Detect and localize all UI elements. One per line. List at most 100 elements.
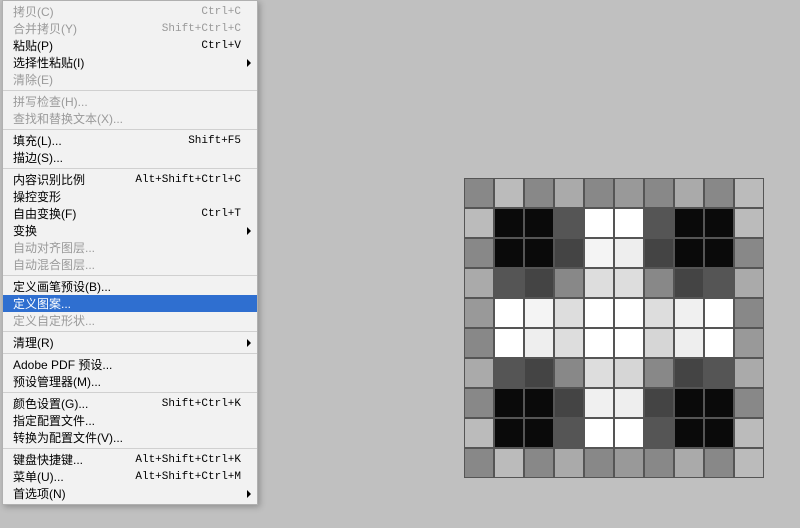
menu-item[interactable]: 转换为配置文件(V)...: [3, 429, 257, 446]
menu-item[interactable]: 键盘快捷键...Alt+Shift+Ctrl+K: [3, 451, 257, 468]
menu-item-label: 定义图案...: [13, 295, 241, 312]
menu-item: 拼写检查(H)...: [3, 93, 257, 110]
pixel: [584, 358, 614, 388]
menu-item-shortcut: Ctrl+T: [201, 208, 241, 220]
pixel: [464, 388, 494, 418]
menu-item[interactable]: 菜单(U)...Alt+Shift+Ctrl+M: [3, 468, 257, 485]
pixel: [494, 298, 524, 328]
pixel: [674, 268, 704, 298]
pixel: [734, 448, 764, 478]
pixel: [584, 208, 614, 238]
menu-item-label: 查找和替换文本(X)...: [13, 110, 241, 127]
submenu-arrow-icon: [247, 59, 251, 67]
menu-item: 合并拷贝(Y)Shift+Ctrl+C: [3, 20, 257, 37]
pixel: [614, 418, 644, 448]
pixel: [494, 448, 524, 478]
pixel: [464, 238, 494, 268]
menu-item[interactable]: 自由变换(F)Ctrl+T: [3, 205, 257, 222]
menu-item[interactable]: 颜色设置(G)...Shift+Ctrl+K: [3, 395, 257, 412]
pixel: [464, 328, 494, 358]
pixel: [494, 178, 524, 208]
pixel: [494, 358, 524, 388]
menu-item: 拷贝(C)Ctrl+C: [3, 3, 257, 20]
pixel: [554, 178, 584, 208]
menu-item-shortcut: Shift+Ctrl+K: [162, 398, 241, 410]
pixel: [734, 358, 764, 388]
menu-item[interactable]: 变换: [3, 222, 257, 239]
menu-item-shortcut: Alt+Shift+Ctrl+M: [135, 471, 241, 483]
pixel: [584, 178, 614, 208]
submenu-arrow-icon: [247, 227, 251, 235]
pixel: [674, 178, 704, 208]
pixel: [614, 448, 644, 478]
menu-item-label: 转换为配置文件(V)...: [13, 429, 241, 446]
pixel: [494, 388, 524, 418]
pixel: [734, 268, 764, 298]
menu-item-label: 颜色设置(G)...: [13, 395, 162, 412]
menu-item[interactable]: Adobe PDF 预设...: [3, 356, 257, 373]
menu-item[interactable]: 操控变形: [3, 188, 257, 205]
edit-context-menu[interactable]: 拷贝(C)Ctrl+C合并拷贝(Y)Shift+Ctrl+C粘贴(P)Ctrl+…: [2, 0, 258, 505]
menu-item: 定义自定形状...: [3, 312, 257, 329]
pixel: [554, 298, 584, 328]
submenu-arrow-icon: [247, 490, 251, 498]
pixel: [464, 358, 494, 388]
menu-item-label: Adobe PDF 预设...: [13, 356, 241, 373]
menu-item[interactable]: 指定配置文件...: [3, 412, 257, 429]
pixel: [524, 208, 554, 238]
pixel: [554, 238, 584, 268]
menu-item-shortcut: Ctrl+C: [201, 6, 241, 18]
pixel: [554, 388, 584, 418]
pixel: [674, 388, 704, 418]
menu-item-label: 填充(L)...: [13, 132, 188, 149]
menu-item[interactable]: 定义画笔预设(B)...: [3, 278, 257, 295]
pixel: [644, 298, 674, 328]
pixel: [614, 208, 644, 238]
menu-item[interactable]: 选择性粘贴(I): [3, 54, 257, 71]
pixel: [644, 418, 674, 448]
pixel: [494, 328, 524, 358]
pattern-preview: [464, 178, 764, 478]
menu-item-label: 定义画笔预设(B)...: [13, 278, 241, 295]
pixel: [614, 268, 644, 298]
pixel: [494, 268, 524, 298]
pixel: [674, 208, 704, 238]
menu-item[interactable]: 首选项(N): [3, 485, 257, 502]
pixel: [584, 448, 614, 478]
submenu-arrow-icon: [247, 339, 251, 347]
menu-item: 查找和替换文本(X)...: [3, 110, 257, 127]
pixel: [524, 328, 554, 358]
menu-item[interactable]: 粘贴(P)Ctrl+V: [3, 37, 257, 54]
menu-item-label: 操控变形: [13, 188, 241, 205]
pixel: [704, 328, 734, 358]
menu-item-shortcut: Alt+Shift+Ctrl+C: [135, 174, 241, 186]
pixel: [614, 178, 644, 208]
pixel: [494, 238, 524, 268]
menu-item-shortcut: Shift+Ctrl+C: [162, 23, 241, 35]
pixel: [524, 298, 554, 328]
pixel: [614, 328, 644, 358]
menu-item[interactable]: 定义图案...: [3, 295, 257, 312]
pixel: [674, 238, 704, 268]
menu-item[interactable]: 预设管理器(M)...: [3, 373, 257, 390]
menu-item: 自动对齐图层...: [3, 239, 257, 256]
menu-item[interactable]: 内容识别比例Alt+Shift+Ctrl+C: [3, 171, 257, 188]
menu-item-shortcut: Shift+F5: [188, 135, 241, 147]
pixel: [704, 208, 734, 238]
pixel: [494, 418, 524, 448]
pixel: [584, 328, 614, 358]
pixel: [704, 448, 734, 478]
menu-item-label: 拼写检查(H)...: [13, 93, 241, 110]
pixel: [584, 418, 614, 448]
pixel: [554, 328, 584, 358]
pixel: [584, 388, 614, 418]
menu-item[interactable]: 清理(R): [3, 334, 257, 351]
pixel: [464, 298, 494, 328]
pixel: [704, 268, 734, 298]
menu-item-label: 自动混合图层...: [13, 256, 241, 273]
pixel: [734, 238, 764, 268]
menu-item[interactable]: 填充(L)...Shift+F5: [3, 132, 257, 149]
pixel: [644, 328, 674, 358]
menu-item[interactable]: 描边(S)...: [3, 149, 257, 166]
pixel: [734, 298, 764, 328]
